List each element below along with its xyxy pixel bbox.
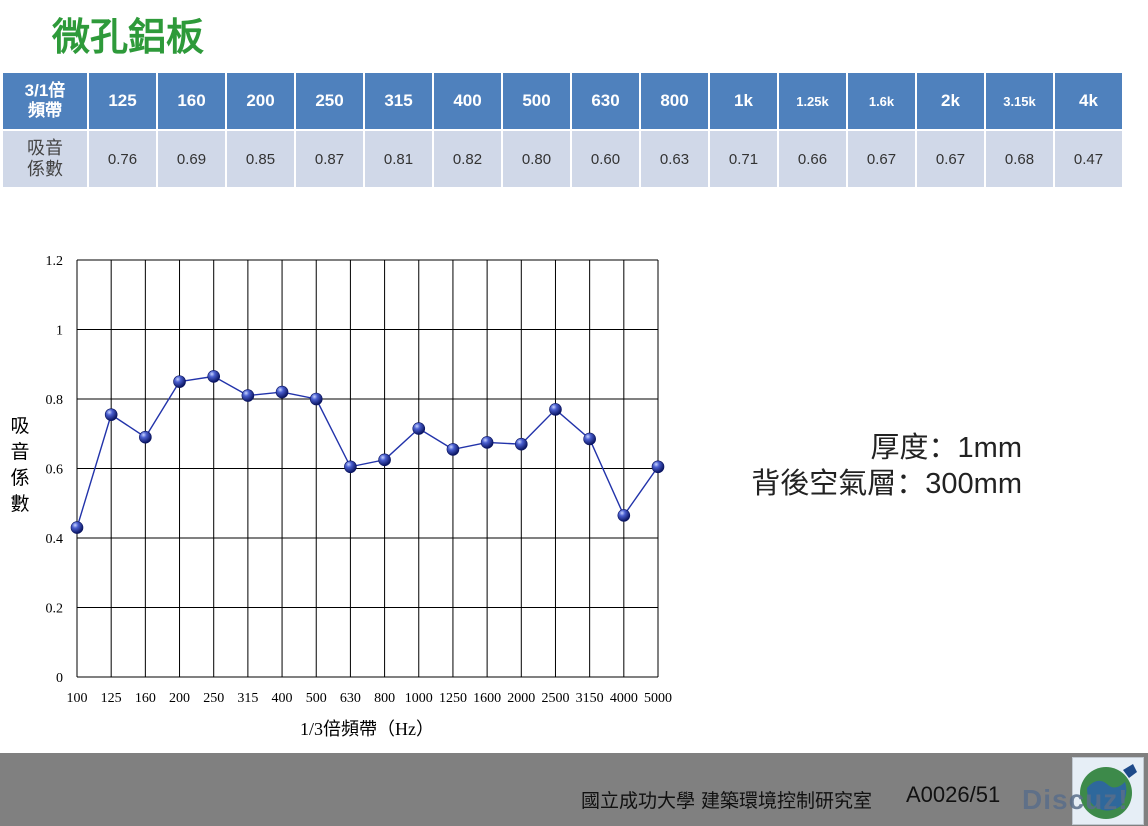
data-point xyxy=(514,437,528,451)
y-tick-label: 0.8 xyxy=(46,393,64,408)
y-tick-label: 1 xyxy=(56,324,63,339)
table-value-cell: 0.71 xyxy=(710,131,777,187)
watermark: Discuz! xyxy=(1022,784,1129,815)
table-header-label: 3/1倍 頻帶 xyxy=(3,73,87,129)
y-axis-label-char: 數 xyxy=(10,493,29,515)
x-tick-label: 1600 xyxy=(473,691,501,706)
value-label-line-1: 吸音 xyxy=(27,138,63,158)
x-tick-label: 125 xyxy=(101,691,122,706)
table-header-cell: 1.6k xyxy=(848,73,915,129)
footer-institution: 國立成功大學 建築環境控制研究室 xyxy=(581,790,873,812)
table-value-cell: 0.80 xyxy=(503,131,570,187)
data-point xyxy=(378,453,391,467)
header-label-line-2: 頻帶 xyxy=(28,101,62,120)
table-header-cell: 250 xyxy=(296,73,363,129)
x-tick-label: 400 xyxy=(272,691,293,706)
table-value-cell: 0.85 xyxy=(227,131,294,187)
y-axis-label-char: 係 xyxy=(10,467,29,489)
absorption-chart: 0 0.2 0.4 0.6 0.8 1 1.2 100 125 160 200 250 315 400 5… xyxy=(10,254,673,739)
x-tick-label: 5000 xyxy=(644,691,672,706)
table-header-cell: 630 xyxy=(572,73,639,129)
y-axis-label: 吸音係數 xyxy=(10,416,29,515)
table-value-cell: 0.76 xyxy=(89,131,156,187)
table-header-cell: 500 xyxy=(503,73,570,129)
data-point xyxy=(583,432,596,446)
table-value-cell: 0.68 xyxy=(986,131,1053,187)
x-tick-label: 500 xyxy=(306,691,327,706)
table-header-cell: 1k xyxy=(710,73,777,129)
x-tick-label: 100 xyxy=(67,691,88,706)
table-value-cell: 0.60 xyxy=(572,131,639,187)
y-tick-label: 0.4 xyxy=(46,532,64,547)
data-point xyxy=(207,370,221,383)
table-value-row: 吸音 係數 0.76 0.69 0.85 0.87 0.81 0.82 0.80 0.60 0.… xyxy=(3,131,1122,187)
table-header-cell: 160 xyxy=(158,73,225,129)
data-point xyxy=(446,443,460,456)
page-title: 微孔鋁板 xyxy=(52,15,205,59)
y-axis-label-char: 吸 xyxy=(10,416,29,437)
y-tick-label: 1.2 xyxy=(46,254,64,269)
x-tick-label: 315 xyxy=(237,691,258,706)
y-tick-label: 0 xyxy=(56,671,63,686)
x-tick-label: 160 xyxy=(135,691,156,706)
table-header-cell: 200 xyxy=(227,73,294,129)
table-value-cell: 0.81 xyxy=(365,131,432,187)
data-point xyxy=(480,436,494,449)
data-point xyxy=(104,408,118,421)
table-header-cell: 800 xyxy=(641,73,708,129)
data-point xyxy=(412,422,426,435)
table-value-cell: 0.67 xyxy=(917,131,984,187)
table-value-cell: 0.66 xyxy=(779,131,846,187)
x-tick-label: 3150 xyxy=(576,691,604,706)
x-tick-label: 250 xyxy=(203,691,224,706)
air-layer-label: 背後空氣層：300mm xyxy=(751,468,1022,500)
data-point xyxy=(651,460,665,474)
x-tick-label: 800 xyxy=(374,691,395,706)
value-label-line-2: 係數 xyxy=(27,159,63,179)
x-axis-label: 1/3倍頻帶（Hz） xyxy=(300,719,434,739)
table-value-cell: 0.63 xyxy=(641,131,708,187)
footer-page-number: A0026/51 xyxy=(906,782,1001,807)
chart-grid xyxy=(76,259,659,678)
table-value-cell: 0.67 xyxy=(848,131,915,187)
table-value-label: 吸音 係數 xyxy=(3,131,87,187)
data-point xyxy=(241,389,255,402)
data-point xyxy=(173,375,186,388)
table-header-cell: 400 xyxy=(434,73,501,129)
table-header-row: 3/1倍 頻帶 125 160 200 250 315 400 500 630 800 1k 1.2… xyxy=(3,73,1122,129)
data-point xyxy=(275,385,289,399)
data-point xyxy=(309,392,323,406)
table-header-cell: 4k xyxy=(1055,73,1122,129)
table-value-cell: 0.47 xyxy=(1055,131,1122,187)
y-tick-labels: 0 0.2 0.4 0.6 0.8 1 1.2 xyxy=(46,254,64,686)
data-point xyxy=(344,460,357,474)
data-point xyxy=(617,509,631,522)
data-point xyxy=(549,403,562,416)
table-header-cell: 2k xyxy=(917,73,984,129)
table-header-cell: 125 xyxy=(89,73,156,129)
table-header-cell: 1.25k xyxy=(779,73,846,129)
table-value-cell: 0.82 xyxy=(434,131,501,187)
x-tick-label: 2000 xyxy=(507,691,535,706)
table-value-cell: 0.69 xyxy=(158,131,225,187)
x-tick-label: 1250 xyxy=(439,691,467,706)
data-point xyxy=(139,430,152,444)
absorption-table: 3/1倍 頻帶 125 160 200 250 315 400 500 630 800 1k 1.2… xyxy=(1,71,1124,189)
header-label-line-1: 3/1倍 xyxy=(24,81,66,100)
table-value-cell: 0.87 xyxy=(296,131,363,187)
x-tick-label: 4000 xyxy=(610,691,638,706)
x-tick-label: 630 xyxy=(340,691,361,706)
x-tick-labels: 100 125 160 200 250 315 400 500 630 800 1000 1250 16… xyxy=(67,691,673,706)
series-markers xyxy=(70,370,665,534)
table-header-cell: 315 xyxy=(365,73,432,129)
data-point xyxy=(70,521,84,534)
x-tick-label: 200 xyxy=(169,691,190,706)
x-tick-label: 2500 xyxy=(541,691,569,706)
x-tick-label: 1000 xyxy=(405,691,433,706)
y-tick-label: 0.2 xyxy=(46,602,64,617)
table-header-cell: 3.15k xyxy=(986,73,1053,129)
y-axis-label-char: 音 xyxy=(10,441,29,463)
y-tick-label: 0.6 xyxy=(46,463,64,478)
